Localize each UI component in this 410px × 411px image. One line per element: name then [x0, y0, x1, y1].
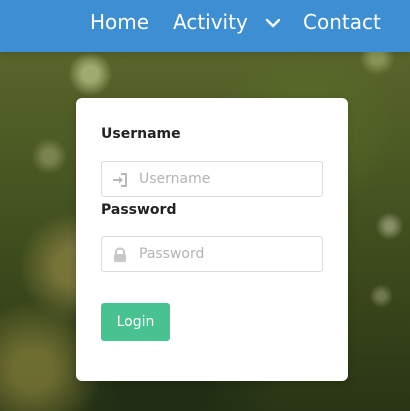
password-label: Password	[101, 202, 177, 218]
username-label: Username	[101, 126, 181, 142]
sign-in-icon	[111, 171, 129, 189]
nav-activity-label: Activity	[173, 10, 248, 34]
login-button[interactable]: Login	[101, 303, 170, 341]
nav-contact-label: Contact	[303, 10, 381, 34]
password-field[interactable]	[101, 236, 323, 272]
password-input[interactable]	[139, 237, 319, 271]
nav-activity-dropdown[interactable]: Activity	[173, 0, 282, 44]
lock-icon	[111, 246, 129, 264]
username-input[interactable]	[139, 162, 319, 196]
top-navbar: Home Activity Contact	[0, 0, 410, 52]
chevron-down-icon[interactable]	[264, 13, 282, 31]
username-field[interactable]	[101, 161, 323, 197]
nav-home-link[interactable]: Home	[90, 0, 149, 44]
nav-contact-link[interactable]: Contact	[303, 0, 381, 44]
login-card: Username Password Login	[76, 98, 348, 381]
nav-home-label: Home	[90, 10, 150, 34]
